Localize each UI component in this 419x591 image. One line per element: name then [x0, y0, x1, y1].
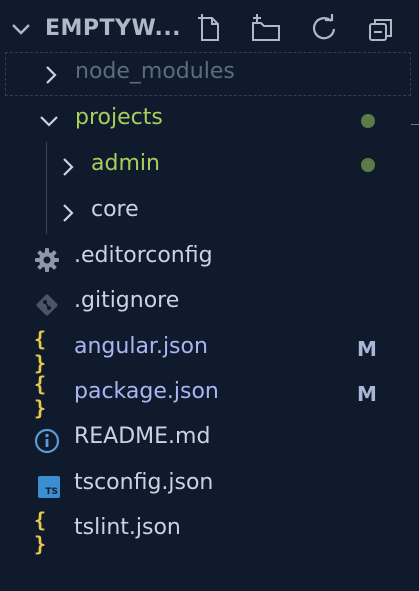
new-file-button[interactable]	[192, 12, 226, 46]
info-icon	[33, 427, 61, 455]
tree-item-label: node_modules	[75, 59, 235, 84]
git-status-dot	[361, 114, 375, 128]
json-icon: { }	[34, 327, 47, 375]
git-status-dot	[361, 158, 375, 172]
json-icon: { }	[34, 508, 47, 556]
tree-item-gitignore[interactable]: .gitignore	[0, 281, 419, 327]
explorer-header: EMPTYW...	[0, 6, 419, 50]
tree-item-label: .gitignore	[74, 288, 180, 313]
tree-item-editorconfig[interactable]: .editorconfig	[0, 236, 419, 282]
refresh-icon	[312, 14, 336, 40]
collapse-all-button[interactable]	[364, 12, 398, 46]
collapse-all-icon	[369, 19, 392, 41]
tree-item-readme[interactable]: README.md	[0, 417, 419, 463]
tree-item-label: tsconfig.json	[74, 470, 214, 495]
refresh-button[interactable]	[307, 12, 341, 46]
modified-badge: M	[357, 382, 377, 406]
tree-item-label: .editorconfig	[74, 243, 213, 268]
tree-item-tsconfig[interactable]: TS tsconfig.json	[0, 463, 419, 509]
tree-item-label: projects	[75, 105, 163, 130]
git-icon	[33, 291, 61, 319]
tree-item-label: tslint.json	[74, 515, 181, 540]
tree-item-label: admin	[91, 151, 160, 176]
json-icon: { }	[34, 372, 47, 420]
tree-item-core[interactable]: core	[0, 190, 419, 236]
tree-item-label: core	[91, 197, 139, 222]
chevron-right-icon	[63, 158, 74, 176]
chevron-down-icon[interactable]	[10, 18, 32, 40]
chevron-right-icon	[63, 204, 74, 222]
tree-item-angular-json[interactable]: { } angular.json M	[0, 327, 419, 375]
tree-item-projects[interactable]: projects	[0, 98, 419, 144]
tree-item-label: README.md	[74, 424, 211, 449]
gear-icon	[33, 246, 61, 274]
new-file-icon	[198, 14, 219, 41]
typescript-icon: TS	[35, 473, 63, 501]
tree-item-tslint[interactable]: { } tslint.json	[0, 508, 419, 556]
tree-item-node-modules[interactable]: node_modules	[0, 52, 419, 98]
chevron-right-icon	[46, 66, 57, 84]
new-folder-icon	[252, 14, 280, 41]
tree-item-label: package.json	[74, 379, 219, 404]
workspace-title[interactable]: EMPTYW...	[45, 16, 181, 41]
tree-item-package-json[interactable]: { } package.json M	[0, 372, 419, 420]
tree-item-admin[interactable]: admin	[0, 144, 419, 190]
ts-icon-text: TS	[45, 487, 58, 497]
explorer-panel: EMPTYW... node_modules projects admin co…	[0, 0, 419, 591]
modified-badge: M	[357, 337, 377, 361]
chevron-down-icon	[40, 116, 58, 127]
tree-item-label: angular.json	[74, 334, 208, 359]
new-folder-button[interactable]	[249, 12, 283, 46]
